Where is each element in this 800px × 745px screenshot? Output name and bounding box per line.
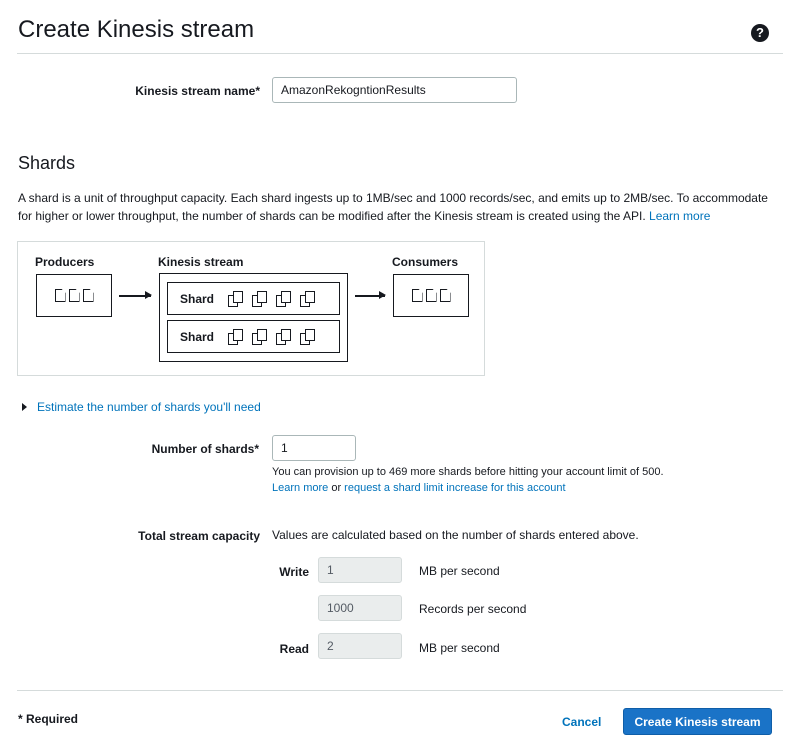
shard-records-icon	[228, 290, 316, 307]
producers-label: Producers	[35, 255, 95, 269]
page-title: Create Kinesis stream	[18, 16, 255, 43]
write-records-unit: Records per second	[419, 602, 527, 616]
shard-box-1: Shard	[167, 282, 340, 315]
stream-to-consumers-arrow	[355, 292, 386, 298]
consumers-label: Consumers	[392, 255, 459, 269]
read-label: Read	[279, 642, 309, 656]
num-shards-help: You can provision up to 469 more shards …	[272, 464, 692, 496]
stream-name-value: AmazonRekogntionResults	[281, 83, 426, 97]
consumer-documents-icon	[411, 289, 451, 302]
help-icon[interactable]: ?	[751, 24, 769, 42]
expand-caret-icon[interactable]	[22, 403, 27, 411]
header-divider	[17, 53, 783, 54]
or-text: or	[331, 482, 342, 494]
kinesis-stream-label: Kinesis stream	[158, 255, 244, 269]
num-shards-label: Number of shards*	[151, 442, 259, 456]
estimate-shards-link[interactable]: Estimate the number of shards you'll nee…	[37, 400, 261, 414]
shard-records-icon	[228, 328, 316, 345]
cancel-button[interactable]: Cancel	[562, 715, 601, 729]
shard-box-2: Shard	[167, 320, 340, 353]
write-label: Write	[279, 565, 309, 579]
kinesis-stream-box: Shard Shard	[159, 273, 348, 362]
shards-learn-more-link[interactable]: Learn more	[649, 209, 710, 223]
stream-name-label: Kinesis stream name*	[135, 84, 260, 98]
write-records-value: 1000	[327, 601, 354, 615]
write-records-field: 1000	[318, 595, 402, 621]
producers-box	[36, 274, 112, 317]
stream-name-input[interactable]: AmazonRekogntionResults	[272, 77, 517, 103]
capacity-label: Total stream capacity	[138, 529, 260, 543]
num-shards-learn-more-link[interactable]: Learn more	[272, 482, 328, 494]
read-mb-unit: MB per second	[419, 641, 500, 655]
request-limit-increase-link[interactable]: request a shard limit increase for this …	[344, 482, 565, 494]
shard-label-2: Shard	[180, 329, 215, 344]
write-mb-field: 1	[318, 557, 402, 583]
read-mb-field: 2	[318, 633, 402, 659]
producer-documents-icon	[54, 289, 94, 302]
required-note: * Required	[18, 712, 79, 726]
shards-description: A shard is a unit of throughput capacity…	[18, 190, 783, 225]
num-shards-value: 1	[281, 441, 288, 455]
shard-label-1: Shard	[180, 291, 215, 306]
shards-section-title: Shards	[18, 153, 76, 173]
producers-to-stream-arrow	[119, 292, 152, 298]
consumers-box	[393, 274, 469, 317]
num-shards-help-text: You can provision up to 469 more shards …	[272, 466, 664, 478]
write-mb-unit: MB per second	[419, 564, 500, 578]
write-mb-value: 1	[327, 563, 334, 577]
capacity-note: Values are calculated based on the numbe…	[272, 528, 639, 542]
footer-divider	[17, 690, 783, 691]
num-shards-input[interactable]: 1	[272, 435, 356, 461]
create-stream-button[interactable]: Create Kinesis stream	[623, 708, 772, 735]
shards-diagram: Producers Kinesis stream Shard Shard Con…	[17, 241, 485, 376]
read-mb-value: 2	[327, 639, 334, 653]
